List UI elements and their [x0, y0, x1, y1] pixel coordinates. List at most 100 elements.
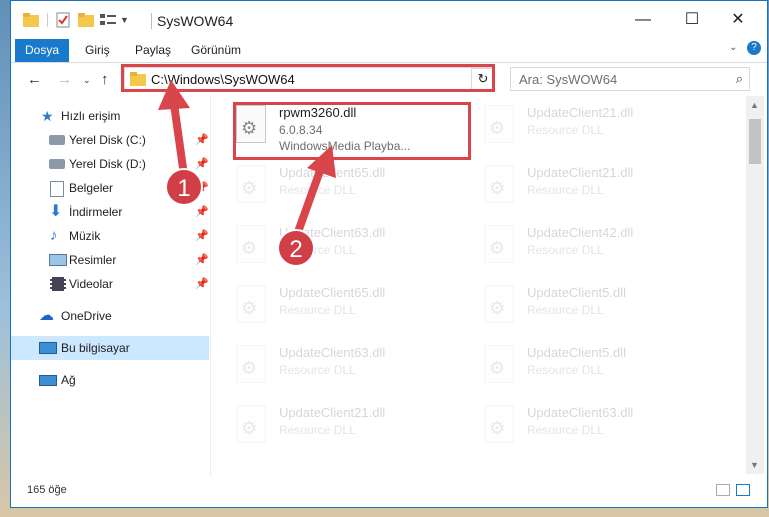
sidebar-item-label: Resimler [69, 253, 117, 267]
download-icon: ⬇ [49, 203, 63, 220]
sidebar-item-label: Yerel Disk (C:) [69, 133, 146, 147]
maximize-button[interactable]: ☐ [669, 7, 715, 33]
sidebar-item-label: Videolar [69, 277, 113, 291]
file-type: Resource DLL [527, 303, 604, 317]
file-item[interactable]: ⚙ UpdateClient21.dll Resource DLL [216, 401, 456, 459]
star-icon: ★ [41, 108, 54, 124]
callout-1: 1 [165, 168, 203, 206]
close-button[interactable]: ✕ [715, 7, 761, 33]
sidebar-item-music[interactable]: ♪ Müzik 📌 [11, 224, 209, 248]
file-item[interactable]: ⚙ UpdateClient5.dll Resource DLL [464, 281, 704, 339]
folder-icon [23, 13, 39, 27]
back-icon[interactable]: ← [27, 71, 42, 88]
pin-icon[interactable]: 📌 [195, 272, 209, 296]
title-bar: ▼ SysWOW64 — ☐ ✕ [11, 1, 767, 39]
file-item[interactable]: ⚙ UpdateClient63.dll Resource DLL [216, 341, 456, 399]
status-bar: 165 öğe [11, 476, 767, 506]
pin-icon[interactable]: 📌 [195, 224, 209, 248]
file-item[interactable]: ⚙ UpdateClient63.dll Resource DLL [464, 401, 704, 459]
gear-icon: ⚙ [489, 418, 506, 438]
file-item[interactable]: ⚙ UpdateClient65.dll Resource DLL [216, 161, 456, 219]
scroll-down-icon[interactable]: ▼ [750, 460, 759, 470]
gear-icon: ⚙ [489, 238, 506, 258]
dll-file-icon: ⚙ [484, 405, 514, 443]
gear-icon: ⚙ [489, 358, 506, 378]
scrollbar-thumb[interactable] [749, 119, 761, 164]
cloud-icon: ☁ [39, 307, 54, 324]
file-item[interactable]: ⚙ UpdateClient21.dll Resource DLL [464, 101, 704, 159]
search-placeholder[interactable]: Ara: SysWOW64 [519, 72, 617, 87]
details-view-icon[interactable] [716, 484, 730, 496]
search-box[interactable]: Ara: SysWOW64 ⌕ [510, 67, 750, 91]
file-type: Resource DLL [279, 183, 356, 197]
item-count: 165 öğe [27, 484, 67, 496]
tab-share[interactable]: Paylaş [125, 39, 181, 62]
sidebar-item-onedrive[interactable]: ☁ OneDrive [11, 304, 209, 328]
recent-locations-icon[interactable]: ⌄ [83, 75, 91, 86]
sidebar-item-disk-c[interactable]: Yerel Disk (C:) 📌 [11, 128, 209, 152]
sidebar-item-this-pc[interactable]: Bu bilgisayar [11, 336, 209, 360]
tab-file[interactable]: Dosya [15, 39, 70, 62]
vertical-scrollbar[interactable]: ▲ ▼ [746, 96, 764, 474]
file-name: UpdateClient42.dll [527, 225, 634, 240]
file-item[interactable]: ⚙ UpdateClient65.dll Resource DLL [216, 281, 456, 339]
pin-icon[interactable]: 📌 [195, 128, 209, 152]
file-highlight [233, 102, 471, 160]
dll-file-icon: ⚙ [484, 105, 514, 143]
sidebar-item-videos[interactable]: Videolar 📌 [11, 272, 209, 296]
file-type: Resource DLL [527, 183, 604, 197]
file-name: UpdateClient5.dll [527, 345, 627, 360]
view-options-icon[interactable] [100, 13, 116, 27]
sidebar-item-label: Müzik [69, 229, 101, 243]
customize-toolbar-icon[interactable]: ▼ [120, 15, 129, 25]
sidebar-item-label: İndirmeler [69, 205, 123, 219]
up-icon[interactable]: ↑ [101, 71, 109, 88]
file-item[interactable]: ⚙ UpdateClient63.dll Resource DLL [216, 221, 456, 279]
sidebar-item-quick-access[interactable]: ★ Hızlı erişim [11, 104, 209, 128]
large-icons-view-icon[interactable] [736, 484, 750, 496]
search-icon[interactable]: ⌕ [736, 71, 743, 87]
tab-view[interactable]: Görünüm [181, 39, 251, 62]
gear-icon: ⚙ [489, 298, 506, 318]
sidebar-item-pictures[interactable]: Resimler 📌 [11, 248, 209, 272]
file-type: Resource DLL [527, 423, 604, 437]
music-icon: ♪ [50, 227, 58, 244]
document-icon [50, 181, 64, 197]
dll-file-icon: ⚙ [484, 225, 514, 263]
minimize-button[interactable]: — [620, 7, 666, 33]
file-type: Resource DLL [527, 123, 604, 137]
title-separator [151, 13, 152, 29]
gear-icon: ⚙ [241, 358, 258, 378]
forward-icon[interactable]: → [57, 71, 72, 88]
window-title: SysWOW64 [157, 13, 234, 29]
pin-icon[interactable]: 📌 [195, 200, 209, 224]
gear-icon: ⚙ [241, 418, 258, 438]
tab-home[interactable]: Giriş [75, 39, 120, 62]
file-name: UpdateClient65.dll [279, 285, 386, 300]
dll-file-icon: ⚙ [236, 285, 266, 323]
file-item[interactable]: ⚙ UpdateClient21.dll Resource DLL [464, 161, 704, 219]
pin-icon[interactable]: 📌 [195, 248, 209, 272]
file-type: Resource DLL [279, 363, 356, 377]
file-item[interactable]: ⚙ UpdateClient5.dll Resource DLL [464, 341, 704, 399]
sidebar-item-label: Hızlı erişim [61, 109, 121, 123]
file-name: UpdateClient65.dll [279, 165, 386, 180]
scroll-up-icon[interactable]: ▲ [750, 100, 759, 110]
file-type: Resource DLL [527, 363, 604, 377]
sidebar-item-label: Belgeler [69, 181, 114, 195]
file-name: UpdateClient5.dll [527, 285, 627, 300]
address-highlight [121, 64, 495, 92]
pane-divider [210, 96, 211, 476]
expand-ribbon-icon[interactable]: ⌄ [729, 42, 737, 53]
sidebar-item-network[interactable]: Ağ [11, 368, 209, 392]
network-icon [39, 375, 57, 386]
new-folder-icon[interactable] [78, 13, 94, 27]
dll-file-icon: ⚙ [236, 165, 266, 203]
file-item[interactable]: ⚙ UpdateClient42.dll Resource DLL [464, 221, 704, 279]
sidebar-item-label: Bu bilgisayar [61, 341, 130, 355]
dll-file-icon: ⚙ [236, 405, 266, 443]
dll-file-icon: ⚙ [484, 165, 514, 203]
file-name: UpdateClient21.dll [527, 165, 634, 180]
properties-icon[interactable] [56, 12, 70, 28]
help-icon[interactable]: ? [747, 41, 761, 55]
